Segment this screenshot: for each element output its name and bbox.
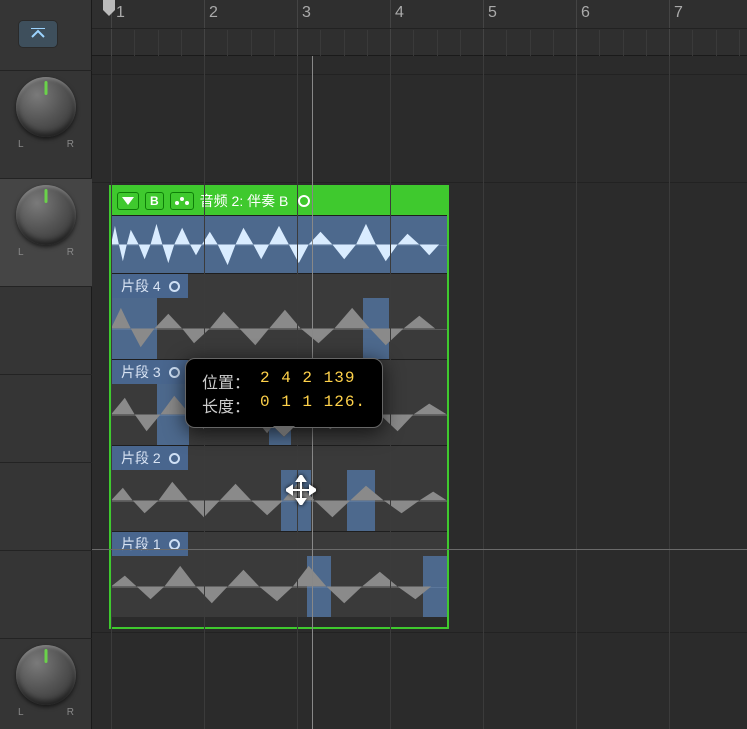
horizontal-guide bbox=[92, 549, 747, 550]
take-label[interactable]: 片段 1 bbox=[111, 532, 188, 556]
take-folder-title: 音频 2: 伴奏 B bbox=[200, 191, 289, 211]
track-header-3[interactable] bbox=[0, 286, 92, 374]
take-lane-2[interactable]: 片段 2 bbox=[111, 445, 447, 531]
playhead-marker[interactable] bbox=[103, 0, 119, 23]
track-lane-1[interactable] bbox=[92, 74, 747, 182]
take-lane-1[interactable]: 片段 1 bbox=[111, 531, 447, 617]
take-label[interactable]: 片段 3 bbox=[111, 360, 188, 384]
loop-indicator-icon bbox=[298, 195, 310, 207]
track-header-4[interactable] bbox=[0, 374, 92, 462]
bar-number: 6 bbox=[581, 4, 590, 22]
collapse-button[interactable] bbox=[18, 20, 58, 48]
bar-number: 2 bbox=[209, 4, 218, 22]
triangle-down-icon bbox=[122, 197, 134, 205]
bar-number: 5 bbox=[488, 4, 497, 22]
track-header-1[interactable]: LR bbox=[0, 70, 92, 178]
take-folder-letter: B bbox=[145, 192, 164, 210]
tooltip-pos-value: 2 4 2 139 bbox=[260, 369, 355, 393]
circle-icon bbox=[169, 281, 180, 292]
disclosure-toggle[interactable] bbox=[117, 192, 139, 210]
track-header-column: LR LR LR bbox=[0, 0, 92, 729]
pan-labels: LR bbox=[0, 707, 92, 718]
track-lane-3[interactable] bbox=[92, 632, 747, 729]
arrange-area[interactable]: B 音频 2: 伴奏 B 片段 4 片段 3 bbox=[92, 56, 747, 729]
chevron-up-icon bbox=[30, 28, 46, 40]
tooltip-pos-label: 位置： bbox=[202, 369, 250, 393]
track-header-2[interactable]: LR bbox=[0, 178, 92, 286]
position-tooltip: 位置： 2 4 2 139 长度： 0 1 1 126. bbox=[185, 358, 383, 428]
circle-icon bbox=[169, 367, 180, 378]
track-header-7[interactable]: LR bbox=[0, 638, 92, 728]
track-header-6[interactable] bbox=[0, 550, 92, 638]
move-cursor-icon bbox=[286, 475, 316, 505]
pan-labels: LR bbox=[0, 139, 92, 150]
pan-knob[interactable] bbox=[16, 185, 76, 245]
take-label[interactable]: 片段 4 bbox=[111, 274, 188, 298]
track-header-5[interactable] bbox=[0, 462, 92, 550]
bar-number: 3 bbox=[302, 4, 311, 22]
pan-labels: LR bbox=[0, 247, 92, 258]
comp-lane[interactable] bbox=[111, 215, 447, 273]
bar-number: 7 bbox=[674, 4, 683, 22]
take-lane-4[interactable]: 片段 4 bbox=[111, 273, 447, 359]
pan-knob[interactable] bbox=[16, 77, 76, 137]
take-folder-header[interactable]: B 音频 2: 伴奏 B bbox=[111, 187, 447, 215]
pan-knob[interactable] bbox=[16, 645, 76, 705]
tooltip-len-value: 0 1 1 126. bbox=[260, 393, 366, 417]
bar-number: 4 bbox=[395, 4, 404, 22]
tooltip-len-label: 长度： bbox=[202, 393, 250, 417]
quick-swipe-icon[interactable] bbox=[170, 192, 194, 210]
circle-icon bbox=[169, 453, 180, 464]
circle-icon bbox=[169, 539, 180, 550]
timeline-ruler-sub[interactable] bbox=[92, 28, 747, 56]
take-label[interactable]: 片段 2 bbox=[111, 446, 188, 470]
